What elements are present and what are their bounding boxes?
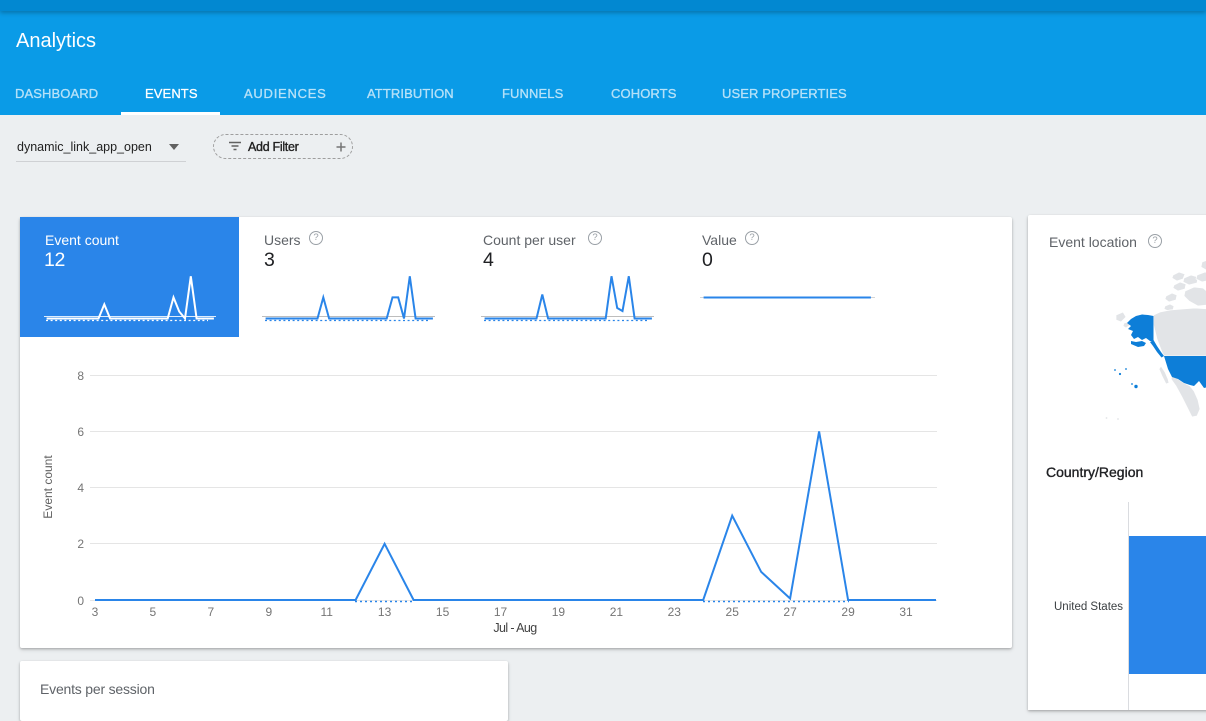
svg-text:27: 27 bbox=[783, 605, 797, 619]
svg-text:29: 29 bbox=[841, 605, 855, 619]
svg-text:6: 6 bbox=[77, 425, 84, 439]
svg-text:25: 25 bbox=[726, 605, 740, 619]
svg-text:17: 17 bbox=[494, 605, 508, 619]
svg-text:15: 15 bbox=[436, 605, 450, 619]
svg-text:9: 9 bbox=[265, 605, 272, 619]
svg-text:4: 4 bbox=[77, 481, 84, 495]
svg-text:0: 0 bbox=[77, 594, 84, 608]
svg-text:11: 11 bbox=[320, 605, 333, 619]
svg-text:5: 5 bbox=[150, 605, 157, 619]
svg-text:31: 31 bbox=[899, 605, 913, 619]
svg-text:13: 13 bbox=[378, 605, 392, 619]
svg-text:7: 7 bbox=[208, 605, 215, 619]
svg-text:8: 8 bbox=[77, 369, 84, 383]
svg-text:3: 3 bbox=[92, 605, 99, 619]
svg-text:Event count: Event count bbox=[41, 455, 55, 519]
svg-text:23: 23 bbox=[668, 605, 682, 619]
svg-text:21: 21 bbox=[610, 605, 624, 619]
svg-text:Jul - Aug: Jul - Aug bbox=[493, 621, 537, 635]
svg-text:2: 2 bbox=[77, 537, 84, 551]
svg-text:19: 19 bbox=[552, 605, 566, 619]
